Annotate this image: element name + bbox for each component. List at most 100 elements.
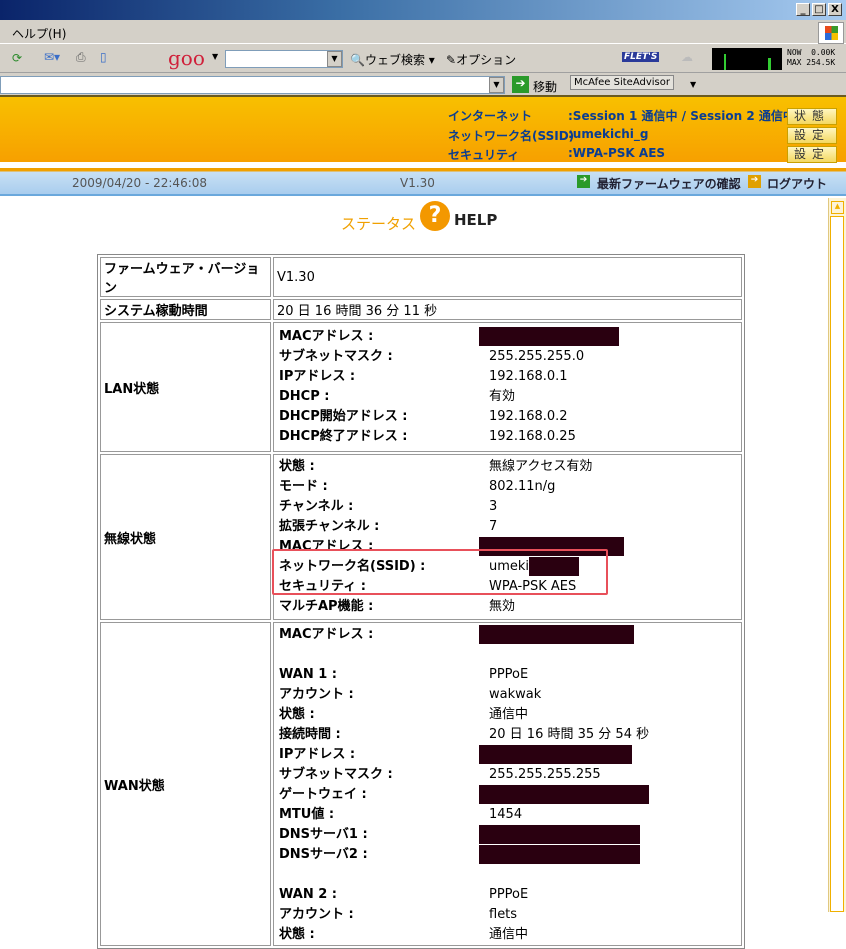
item-label: 拡張チャンネル : [279, 519, 380, 534]
info-strip: 2009/04/20 - 22:46:08 V1.30 ➔ 最新ファームウェアの… [0, 168, 846, 196]
item-value-text: 無効 [489, 599, 516, 614]
status-item: 拡張チャンネル : 7 [274, 517, 741, 537]
item-value [479, 745, 632, 765]
item-value-text: flets [489, 907, 518, 922]
scroll-up-icon[interactable]: ▲ [831, 201, 844, 214]
options-button[interactable]: ✎オプション [446, 51, 516, 68]
item-value: 有効 [489, 387, 515, 407]
section-values: MACアドレス : サブネットマスク : 255.255.255.0 IPアドレス :… [273, 322, 742, 452]
edit-icon[interactable]: ▯ [100, 50, 107, 64]
item-value-text: 通信中 [489, 927, 529, 942]
item-label: MACアドレス : [279, 627, 374, 642]
window-title-bar: _ □ X [0, 0, 846, 20]
ssid-setting-button[interactable]: 設定 [787, 127, 837, 144]
item-label: サブネットマスク : [279, 767, 393, 782]
redacted-block [479, 625, 634, 644]
item-label: 状態 : [279, 459, 315, 474]
section-values: 状態 : 無線アクセス有効 モード : 802.11n/g チャンネル : 3 拡張チャンネ… [273, 454, 742, 620]
item-value-text: 有効 [489, 389, 516, 404]
item-value: 255.255.255.255 [489, 765, 601, 785]
item-value-text: 無線アクセス有効 [489, 459, 593, 474]
address-input[interactable]: ▼ [0, 76, 505, 94]
item-label: マルチAP機能 : [279, 599, 374, 614]
item-label: DNSサーバ1 : [279, 827, 368, 842]
status-table: ファームウェア・バージョン V1.30 システム稼動時間 20 日 16 時間 36… [97, 254, 745, 949]
item-value-text: 255.255.255.255 [489, 767, 601, 782]
status-item: 状態 : 通信中 [274, 925, 741, 945]
firmware-check-link[interactable]: 最新ファームウェアの確認 [597, 175, 741, 192]
help-link[interactable]: HELP [454, 211, 497, 229]
security-label: セキュリティ [448, 148, 520, 162]
arrow-icon: ➔ [577, 175, 590, 188]
mail-icon[interactable]: ✉▾ [44, 50, 60, 64]
windows-logo-icon [818, 22, 844, 44]
status-item: サブネットマスク : 255.255.255.0 [274, 347, 741, 367]
help-icon[interactable]: ? [420, 201, 450, 231]
status-item: アカウント : wakwak [274, 685, 741, 705]
item-value-text: 7 [489, 519, 498, 534]
item-value: 1454 [489, 805, 522, 825]
item-label: DNSサーバ2 : [279, 847, 368, 862]
item-value: 802.11n/g [489, 477, 555, 497]
status-item: マルチAP機能 : 無効 [274, 597, 741, 617]
item-value: 255.255.255.0 [489, 347, 584, 367]
close-button[interactable]: X [828, 3, 842, 16]
cloud-icon: ☁ [681, 50, 693, 64]
router-status-banner: インターネット :Session 1 通信中 / Session 2 通信中 ネ… [0, 97, 846, 165]
status-item: 接続時間 : 20 日 16 時間 35 分 54 秒 [274, 725, 741, 745]
refresh-icon[interactable]: ⟳ [12, 51, 22, 65]
item-value-text: 192.168.0.2 [489, 409, 568, 424]
status-item: IPアドレス : 192.168.0.1 [274, 367, 741, 387]
status-item: IPアドレス : [274, 745, 741, 765]
item-value: flets [489, 905, 517, 925]
highlight-box [272, 549, 608, 595]
scrollbar-thumb[interactable] [830, 216, 844, 912]
status-item: ゲートウェイ : [274, 785, 741, 805]
item-label: DHCP終了アドレス : [279, 429, 408, 444]
status-item: DHCP開始アドレス : 192.168.0.2 [274, 407, 741, 427]
status-item: 状態 : 通信中 [274, 705, 741, 725]
item-value: wakwak [489, 685, 541, 705]
internet-label: インターネット [448, 109, 533, 123]
item-value: 7 [489, 517, 497, 537]
security-setting-button[interactable]: 設定 [787, 146, 837, 163]
menu-help[interactable]: ヘルプ(H) [12, 25, 66, 42]
go-button[interactable]: 移動 [533, 78, 557, 95]
flets-button[interactable]: FLET'S [622, 52, 660, 62]
status-item: MTU値 : 1454 [274, 805, 741, 825]
item-value: PPPoE [489, 665, 528, 685]
siteadvisor-button[interactable]: McAfee SiteAdvisor [570, 75, 674, 90]
status-button[interactable]: 状態 [787, 108, 837, 125]
minimize-button[interactable]: _ [796, 3, 810, 16]
address-bar: ▼ ➔ 移動 McAfee SiteAdvisor ▼ [0, 73, 846, 97]
datetime: 2009/04/20 - 22:46:08 [72, 176, 208, 190]
item-label: 接続時間 : [279, 727, 341, 742]
item-label: アカウント : [279, 907, 354, 922]
item-value: 無線アクセス有効 [489, 457, 592, 477]
section-row: WAN状態 MACアドレス : WAN 1 : PPPoE アカウント : wakwak 状… [100, 622, 742, 946]
item-label: 状態 : [279, 707, 315, 722]
arrow-icon: ➔ [748, 175, 761, 188]
go-arrow-icon[interactable]: ➔ [512, 76, 529, 93]
uptime-value: 20 日 16 時間 36 分 11 秒 [273, 299, 742, 320]
item-label: IPアドレス : [279, 747, 356, 762]
goo-search-input[interactable]: ▼ [225, 50, 343, 68]
status-item: DNSサーバ1 : [274, 825, 741, 845]
traffic-graph [712, 48, 782, 70]
maximize-button[interactable]: □ [812, 3, 826, 16]
item-label: チャンネル : [279, 499, 354, 514]
goo-logo: goo [168, 46, 205, 70]
print-icon[interactable]: ⎙ [76, 50, 86, 65]
web-search-button[interactable]: 🔍ウェブ検索 ▾ [350, 51, 435, 68]
item-value-text: 3 [489, 499, 498, 514]
traffic-max: MAX 254.5K [787, 58, 836, 67]
status-item [274, 865, 741, 885]
logout-link[interactable]: ログアウト [767, 175, 827, 192]
item-label: WAN 2 : [279, 887, 337, 902]
item-value [479, 825, 640, 845]
item-label: WAN 1 : [279, 667, 337, 682]
firmware-label: ファームウェア・バージョン [100, 257, 271, 297]
section-values: MACアドレス : WAN 1 : PPPoE アカウント : wakwak 状態 : 通信… [273, 622, 742, 946]
status-item: DHCP : 有効 [274, 387, 741, 407]
section-label: WAN状態 [100, 622, 271, 946]
